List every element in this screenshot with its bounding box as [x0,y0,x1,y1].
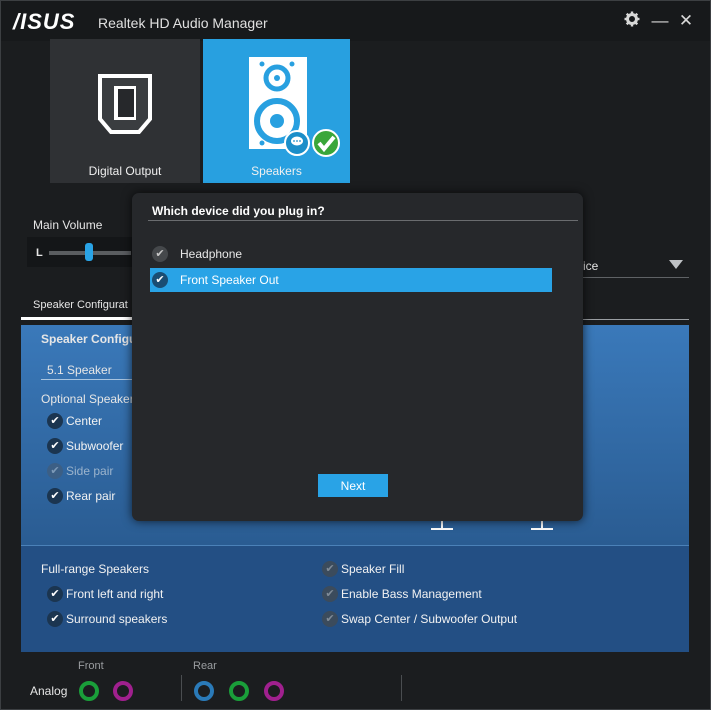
digital-output-label: Digital Output [88,164,162,178]
jack-divider-right [401,675,402,701]
rear-pair-checkbox[interactable]: ✔ [47,488,63,504]
title-bar: /ISUS Realtek HD Audio Manager — ✕ [1,1,710,41]
front-speaker-check-icon: ✔ [152,272,168,288]
side-pair-label: Side pair [66,464,114,478]
tab-speaker-configuration[interactable]: Speaker Configurat [33,299,128,311]
option-headphone[interactable]: ✔ Headphone [150,242,552,266]
subwoofer-label: Subwoofer [66,439,124,453]
speakers-label: Speakers [251,164,302,178]
front-left-right-label: Front left and right [66,587,164,601]
subwoofer-checkbox[interactable]: ✔ [47,438,63,454]
select-underline [41,379,133,380]
dialog-title: Which device did you plug in? [152,204,325,218]
full-range-panel: Full-range Speakers ✔ Front left and rig… [21,545,689,652]
full-range-heading: Full-range Speakers [41,562,150,576]
device-dropdown-underline [583,277,689,278]
swap-center-sub-checkbox[interactable]: ✔ [322,611,338,627]
front-speaker-out-label: Front Speaker Out [180,273,279,287]
bass-management-checkbox[interactable]: ✔ [322,586,338,602]
app-window: /ISUS Realtek HD Audio Manager — ✕ Digit… [0,0,711,710]
jack-divider [181,675,182,701]
center-checkbox[interactable]: ✔ [47,413,63,429]
main-volume-box: L [27,237,137,267]
speaker-base-right [531,528,553,530]
side-pair-checkbox[interactable]: ✔ [47,463,63,479]
rear-purple-jack[interactable] [264,681,284,701]
front-purple-jack[interactable] [113,681,133,701]
speaker-fill-checkbox[interactable]: ✔ [322,561,338,577]
headphone-label: Headphone [180,247,243,261]
chevron-down-icon[interactable] [669,260,683,269]
active-tab-indicator [21,317,133,320]
dialog-separator [148,220,578,221]
next-button[interactable]: Next [318,474,388,497]
swap-center-sub-label: Swap Center / Subwoofer Output [341,612,518,626]
speaker-fill-label: Speaker Fill [341,562,405,576]
volume-left-label: L [36,247,43,259]
analog-label: Analog [30,684,68,698]
volume-slider-handle[interactable] [85,243,93,261]
tab-speakers[interactable]: Speakers [203,39,350,183]
front-jacks-label: Front [78,660,104,672]
rear-jacks-label: Rear [193,660,217,672]
minimize-button[interactable]: — [650,11,670,31]
rear-pair-label: Rear pair [66,489,116,503]
speaker-config-heading: Speaker Configu [41,332,137,346]
optional-speakers-heading: Optional Speaker [41,392,134,406]
rear-blue-jack[interactable] [194,681,214,701]
option-front-speaker-out[interactable]: ✔ Front Speaker Out [150,268,552,292]
surround-speakers-checkbox[interactable]: ✔ [47,611,63,627]
device-plugged-dialog: Which device did you plug in? ✔ Headphon… [132,193,583,521]
front-left-right-checkbox[interactable]: ✔ [47,586,63,602]
rear-green-jack[interactable] [229,681,249,701]
surround-speakers-label: Surround speakers [66,612,168,626]
window-title: Realtek HD Audio Manager [98,15,268,31]
bass-management-label: Enable Bass Management [341,587,482,601]
tab-digital-output[interactable]: Digital Output [50,39,200,183]
default-device-label: ice [583,259,599,273]
gear-icon[interactable] [622,11,642,31]
main-volume-label: Main Volume [33,218,103,232]
speaker-icon [249,57,340,157]
speaker-config-select[interactable]: 5.1 Speaker [47,363,112,377]
front-green-jack[interactable] [79,681,99,701]
speaker-base-left [431,528,453,530]
close-button[interactable]: ✕ [676,11,696,31]
center-label: Center [66,414,103,428]
headphone-check-icon: ✔ [152,246,168,262]
asus-logo: /ISUS [13,9,76,34]
digital-output-icon [98,74,152,134]
